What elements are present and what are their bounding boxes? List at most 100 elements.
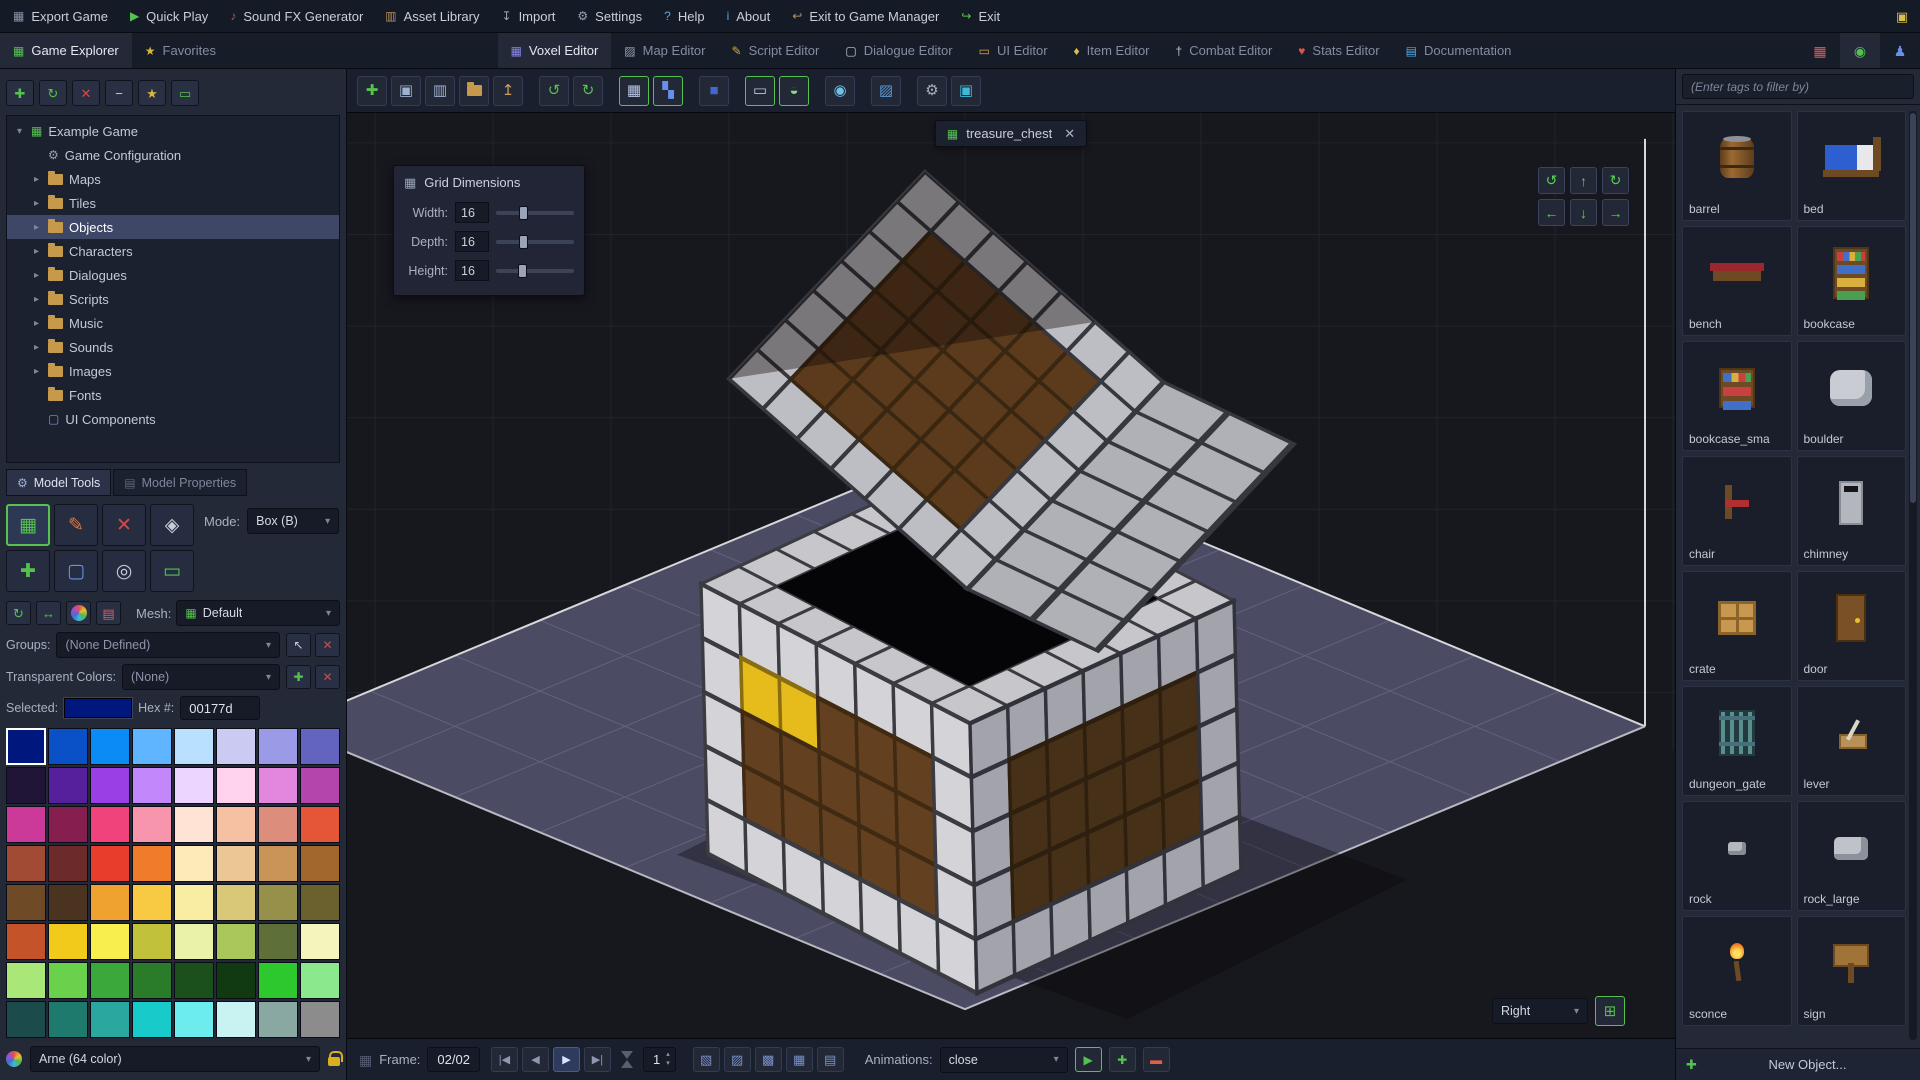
palette-color-50[interactable] <box>90 962 130 999</box>
move-down-button[interactable]: ↓ <box>1570 199 1597 226</box>
lock-icon[interactable] <box>328 1051 343 1066</box>
animation-select[interactable]: close <box>939 1046 1068 1073</box>
palette-color-59[interactable] <box>132 1001 172 1038</box>
close-icon[interactable]: ✕ <box>1064 127 1075 140</box>
camera-view-button[interactable]: ▭ <box>745 75 775 106</box>
model-settings-button[interactable]: ⚙ <box>917 75 947 106</box>
orbit-left-button[interactable]: ↺ <box>1538 167 1565 194</box>
menu-item-import[interactable]: ↧ Import <box>491 0 567 32</box>
tab-game-explorer[interactable]: ▦ Game Explorer <box>0 33 132 68</box>
grid-height-slider[interactable] <box>496 263 574 278</box>
tab-objects-panel[interactable]: ◉ <box>1840 33 1880 68</box>
palette-color-60[interactable] <box>174 1001 214 1038</box>
palette-color-54[interactable] <box>258 962 298 999</box>
palette-color-25[interactable] <box>48 845 88 882</box>
selection-box-button[interactable]: ■ <box>699 75 729 106</box>
copy-frame-button[interactable]: ▧ <box>692 1047 720 1072</box>
tree-item-fonts[interactable]: Fonts <box>7 383 339 407</box>
slider-thumb[interactable] <box>519 234 529 249</box>
palette-color-62[interactable] <box>258 1001 298 1038</box>
palette-color-33[interactable] <box>48 884 88 921</box>
rotate-model-button[interactable]: ↻ <box>6 601 31 625</box>
refresh-resources-button[interactable]: ↻ <box>39 80 67 106</box>
tab-documentation[interactable]: ▤ Documentation <box>1393 33 1525 68</box>
palette-color-30[interactable] <box>258 845 298 882</box>
add-resource-button[interactable]: ✚ <box>6 80 34 106</box>
menu-item-settings[interactable]: ⚙ Settings <box>566 0 653 32</box>
palette-color-10[interactable] <box>90 767 130 804</box>
object-item-chimney[interactable]: chimney <box>1796 456 1906 566</box>
tree-item-tiles[interactable]: ▸ Tiles <box>7 191 339 215</box>
palette-color-13[interactable] <box>216 767 256 804</box>
move-up-button[interactable]: ↑ <box>1570 167 1597 194</box>
tab-model-tools[interactable]: ⚙ Model Tools <box>6 469 112 496</box>
toggle-ids-button[interactable]: ▭ <box>171 80 199 106</box>
delete-resource-button[interactable]: ✕ <box>72 80 100 106</box>
delete-transparent-color-button[interactable]: ✕ <box>315 665 340 689</box>
palette-color-53[interactable] <box>216 962 256 999</box>
remove-animation-button[interactable]: ▬ <box>1142 1047 1170 1072</box>
tree-item-music[interactable]: ▸ Music <box>7 311 339 335</box>
grid-depth-slider[interactable] <box>496 234 574 249</box>
palette-color-1[interactable] <box>48 728 88 765</box>
swap-palette-button[interactable] <box>66 601 91 625</box>
palette-color-9[interactable] <box>48 767 88 804</box>
menu-item-exit[interactable]: ↪ Exit <box>950 0 1011 32</box>
tab-stats-editor[interactable]: ♥ Stats Editor <box>1285 33 1392 68</box>
mode-select[interactable]: Box (B) <box>247 508 340 534</box>
palette-color-20[interactable] <box>174 806 214 843</box>
tree-item-sounds[interactable]: ▸ Sounds <box>7 335 339 359</box>
tab-map-editor[interactable]: ▨ Map Editor <box>611 33 718 68</box>
palette-color-39[interactable] <box>300 884 340 921</box>
palette-color-63[interactable] <box>300 1001 340 1038</box>
attach-point-tool-button[interactable]: ▭ <box>150 550 194 592</box>
palette-color-44[interactable] <box>174 923 214 960</box>
world-sphere-button[interactable]: ◉ <box>825 75 855 106</box>
palette-select[interactable]: Arne (64 color) <box>30 1046 320 1072</box>
tree-item-ui-components[interactable]: ▢ UI Components <box>7 407 339 431</box>
slider-thumb[interactable] <box>517 263 527 278</box>
frame-card-button[interactable]: ▤ <box>96 601 121 625</box>
tree-item-dialogues[interactable]: ▸ Dialogues <box>7 263 339 287</box>
tab-combat-editor[interactable]: † Combat Editor <box>1163 33 1286 68</box>
palette-color-45[interactable] <box>216 923 256 960</box>
model-tab[interactable]: ▦ treasure_chest ✕ <box>934 120 1088 147</box>
palette-color-48[interactable] <box>6 962 46 999</box>
toggle-lighting-button[interactable]: ◒ <box>779 75 809 106</box>
palette-color-27[interactable] <box>132 845 172 882</box>
tab-characters-panel[interactable]: ♟ <box>1880 33 1920 68</box>
palette-color-46[interactable] <box>258 923 298 960</box>
new-model-button[interactable]: ✚ <box>357 75 387 106</box>
add-animation-button[interactable]: ✚ <box>1108 1047 1136 1072</box>
open-model-folder-button[interactable] <box>459 75 489 106</box>
palette-color-4[interactable] <box>174 728 214 765</box>
picker-tool-button[interactable]: ◎ <box>102 550 146 592</box>
transparent-colors-select[interactable]: (None) <box>122 664 280 690</box>
toggle-blocks-button[interactable]: ▚ <box>653 75 683 106</box>
attach-tool-button[interactable]: ▦ <box>6 504 50 546</box>
erase-tool-button[interactable]: ✕ <box>102 504 146 546</box>
palette-color-34[interactable] <box>90 884 130 921</box>
object-item-sconce[interactable]: sconce <box>1682 916 1792 1026</box>
view-direction-select[interactable]: Right <box>1492 998 1588 1024</box>
hourglass-icon[interactable] <box>620 1051 634 1068</box>
tree-item-example-game[interactable]: ▾ ▦ Example Game <box>7 119 339 143</box>
pick-group-button[interactable]: ↖ <box>286 633 311 657</box>
palette-color-14[interactable] <box>258 767 298 804</box>
voxel-canvas[interactable]: ▦ treasure_chest ✕ ▦ Grid Dimensions Wid… <box>347 113 1675 1038</box>
palette-color-49[interactable] <box>48 962 88 999</box>
menu-item-help[interactable]: ? Help <box>653 0 715 32</box>
center-model-button[interactable]: ↔ <box>36 601 61 625</box>
move-right-button[interactable]: → <box>1602 199 1629 226</box>
model-info-button[interactable]: ▣ <box>951 75 981 106</box>
palette-color-18[interactable] <box>90 806 130 843</box>
add-frame-button[interactable]: ▩ <box>754 1047 782 1072</box>
tag-filter-input[interactable] <box>1682 74 1914 99</box>
palette-color-52[interactable] <box>174 962 214 999</box>
move-left-button[interactable]: ← <box>1538 199 1565 226</box>
object-item-rock-large[interactable]: rock_large <box>1796 801 1906 911</box>
palette-color-58[interactable] <box>90 1001 130 1038</box>
palette-color-41[interactable] <box>48 923 88 960</box>
menu-item-sound-fx-generator[interactable]: ♪ Sound FX Generator <box>219 0 374 32</box>
fill-tool-button[interactable]: ◈ <box>150 504 194 546</box>
